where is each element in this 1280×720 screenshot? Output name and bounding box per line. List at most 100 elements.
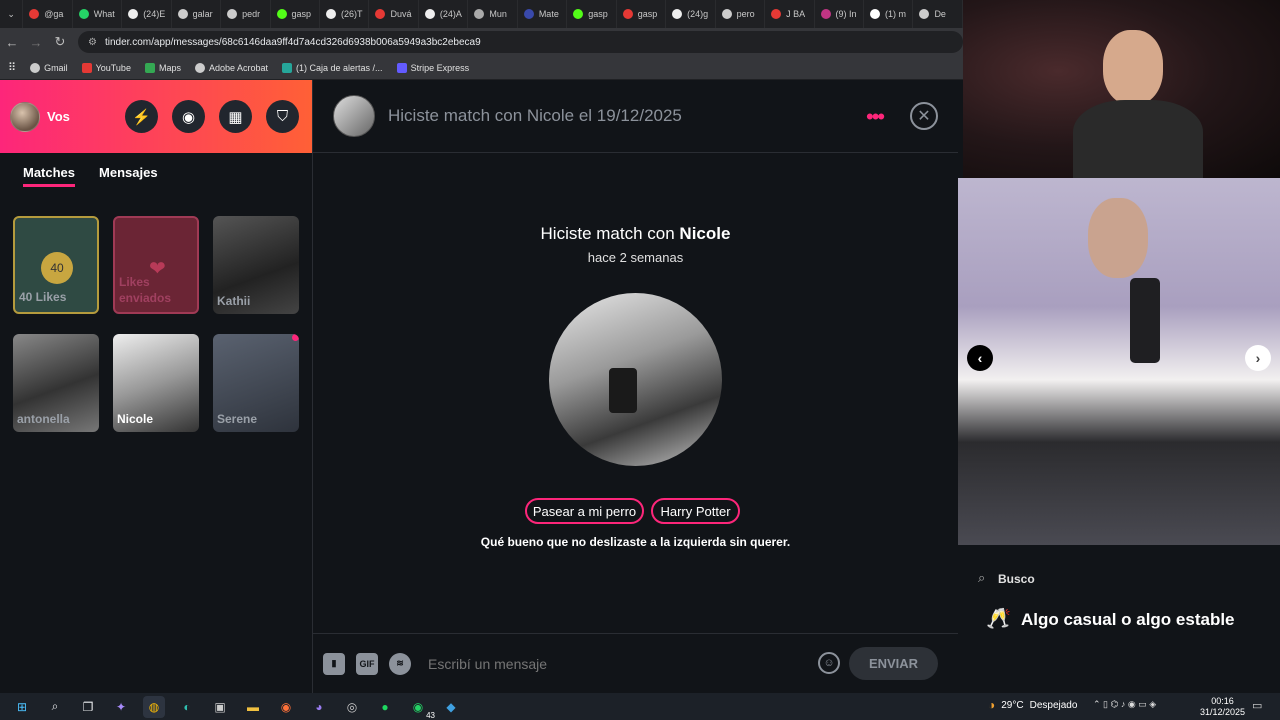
close-icon[interactable]: ✕ [910,102,938,130]
browser-tab[interactable]: pero [716,0,766,28]
forward-icon[interactable]: → [24,35,48,50]
match-card-kathii[interactable]: Kathii [213,216,299,314]
next-photo-icon[interactable]: › [1245,345,1271,371]
browser-tab[interactable]: (24)E [122,0,172,28]
browser-tab[interactable]: (24)g [666,0,716,28]
bookmark-acrobat[interactable]: Adobe Acrobat [194,62,268,73]
tiktok-icon [326,9,336,19]
bookmark-stripe[interactable]: Stripe Express [396,62,470,73]
firefox-icon[interactable]: ◉ [275,696,297,718]
browser-tab[interactable]: gasp [271,0,320,28]
bookmark-youtube[interactable]: YouTube [81,62,131,73]
weather-widget[interactable]: ◑ 29°C Despejado [988,698,1077,712]
safety-shield-icon[interactable]: ⛉ [266,100,299,133]
bookmark-label: Gmail [44,62,68,73]
match-name: Nicole [679,224,731,243]
site-icon [523,9,534,19]
browser-tab[interactable]: J BA [765,0,815,28]
spotify-icon[interactable]: ● [374,696,396,718]
browser-tab[interactable]: galar [172,0,222,28]
card-label: Likes enviados [119,275,172,305]
boost-bolt-icon[interactable]: ⚡ [125,100,158,133]
browser-tab[interactable]: (1) m [864,0,914,28]
tab-matches[interactable]: Matches [23,165,76,187]
bookmark-alerts[interactable]: (1) Caja de alertas /... [282,62,383,73]
avatar[interactable] [333,95,375,137]
likes-count-badge: 40 [41,252,73,284]
google-icon [177,9,188,19]
bookmark-maps[interactable]: Maps [144,62,181,73]
search-icon[interactable]: ⌕ [44,696,66,718]
card-label: antonella [17,412,70,426]
tab-label: Mun [489,9,507,19]
emoji-icon[interactable]: ☺ [818,652,840,674]
browser-tab[interactable]: (9) In [815,0,864,28]
spotify-icon[interactable]: ≋ [389,652,411,675]
url-text: tinder.com/app/messages/68c6146daa9ff4d7… [104,36,481,48]
likes-card[interactable]: 40 40 Likes [13,216,99,314]
tab-label: gasp [588,9,608,19]
system-clock[interactable]: 00:16 31/12/2025 [1200,696,1245,718]
bookmark-gmail[interactable]: Gmail [30,62,68,73]
obs-icon[interactable]: ◎ [341,696,363,718]
send-button[interactable]: ENVIAR [849,647,938,680]
sticker-icon[interactable]: ▮ [323,652,345,675]
youtube-icon [29,9,40,19]
system-tray-icons[interactable]: ⌃ ▯ ⌬ ♪ ◉ ▭ ◈ [1093,699,1156,710]
browser-tab[interactable]: @ga [23,0,73,28]
explore-compass-icon[interactable]: ◉ [172,100,205,133]
task-view-icon[interactable]: ❐ [77,696,99,718]
previous-photo-icon[interactable]: ‹ [967,345,993,371]
browser-tab[interactable]: De [913,0,963,28]
match-profile-photo[interactable] [549,293,722,466]
browser-tab[interactable]: Mun [468,0,518,28]
user-name[interactable]: Vos [47,109,70,124]
bookmark-label: YouTube [95,62,131,73]
avatar[interactable] [10,101,40,132]
match-card-antonella[interactable]: antonella [13,334,99,432]
windows-start-icon[interactable]: ⊞ [11,696,33,718]
chrome-icon[interactable]: ◍ [143,695,165,718]
profile-info: ⌕ Busco 🥂 Algo casual o algo estable [958,550,1280,693]
match-card-serene[interactable]: Serene [213,334,299,432]
browser-tab[interactable]: (24)A [419,0,469,28]
apps-grid-icon[interactable]: ⠿ [8,61,16,74]
whatsapp-icon[interactable]: ◉ 43 [407,696,435,720]
notifications-icon[interactable]: ▭ [1252,699,1262,712]
file-explorer-icon[interactable]: ▬ [242,696,264,718]
shop-bag-icon[interactable]: ▦ [219,100,252,133]
stripe-icon [396,62,407,73]
app-icon[interactable]: ◆ [440,696,462,718]
site-info-icon[interactable]: ⚙ [88,37,97,48]
browser-tab[interactable]: Mate [518,0,568,28]
edge-icon[interactable]: ◐ [176,696,198,718]
address-bar-row: ← → ↻ ⚙ tinder.com/app/messages/68c6146d… [0,28,963,56]
browser-tab[interactable]: gasp [617,0,667,28]
browser-tab[interactable]: What [73,0,123,28]
message-input[interactable] [428,655,798,672]
tab-search-icon[interactable]: ⌄ [0,0,24,28]
tab-label: Mate [538,9,559,19]
tab-messages[interactable]: Mensajes [99,165,158,187]
url-field[interactable]: ⚙ tinder.com/app/messages/68c6146daa9ff4… [78,31,963,53]
tab-label: gasp [637,9,658,19]
profile-photo[interactable] [958,178,1280,545]
x-icon [869,9,880,19]
gif-button[interactable]: GIF [356,652,378,675]
card-label: Nicole [117,412,154,426]
browser-tab[interactable]: (26)T [320,0,370,28]
copilot-icon[interactable]: ✦ [110,696,132,718]
back-icon[interactable]: ← [0,35,24,50]
reload-icon[interactable]: ↻ [48,34,72,50]
more-options-icon[interactable]: ••• [866,104,885,130]
browser-tab[interactable]: gasp [567,0,617,28]
store-icon[interactable]: ▣ [209,696,231,718]
browser-tab[interactable]: pedr [221,0,271,28]
discord-icon[interactable]: ◕ [308,696,330,718]
maps-pin-icon [144,62,155,73]
bookmark-label: Stripe Express [410,62,470,73]
match-card-nicole[interactable]: Nicole [113,334,199,432]
likes-sent-card[interactable]: ❤ Likes enviados [113,216,199,314]
browser-tab[interactable]: Duvá [369,0,419,28]
search-icon: ⌕ [978,570,986,585]
